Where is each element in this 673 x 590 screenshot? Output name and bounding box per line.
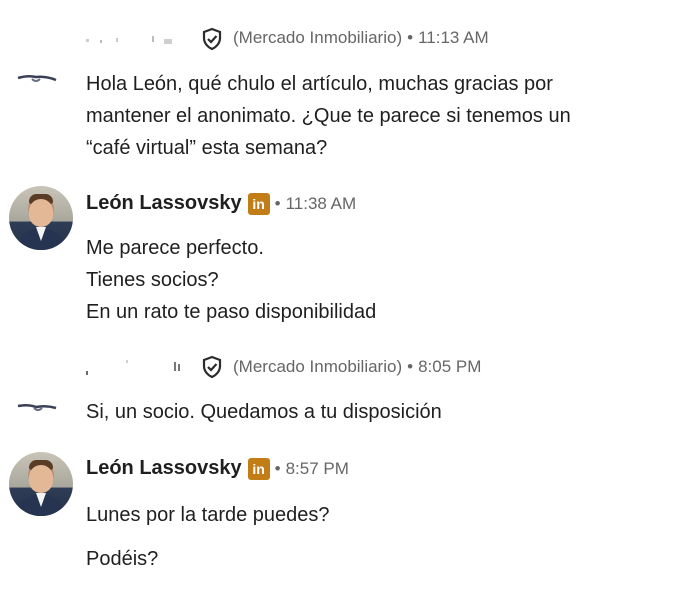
- message-line: Podéis?: [86, 548, 159, 570]
- redacted-avatar: [17, 403, 57, 411]
- message-line: “café virtual” esta semana?: [86, 137, 328, 159]
- message-line: mantener el anonimato. ¿Que te parece si…: [86, 105, 571, 127]
- separator-dot: •: [274, 193, 281, 213]
- timestamp: 11:13 AM: [418, 28, 489, 47]
- message-line: Hola León, qué chulo el artículo, muchas…: [86, 73, 553, 95]
- sender-row: León Lassovsky in • 8:57 PM: [86, 457, 349, 480]
- separator-dot: •: [274, 458, 281, 478]
- avatar[interactable]: [9, 452, 73, 516]
- sender-row: León Lassovsky in • 11:38 AM: [86, 192, 356, 215]
- avatar-face: [29, 199, 53, 227]
- message-line: En un rato te paso disponibilidad: [86, 301, 377, 323]
- timestamp: 8:57 PM: [285, 458, 349, 478]
- message-group: (Mercado Inmobiliario) • 8:05 PM Si, un …: [0, 345, 673, 430]
- avatar[interactable]: [9, 186, 73, 250]
- company-label: (Mercado Inmobiliario): [233, 28, 403, 47]
- linkedin-badge-icon: in: [247, 457, 270, 480]
- linkedin-badge-icon: in: [247, 192, 270, 215]
- redacted-name: [86, 360, 180, 375]
- redacted-name: [86, 36, 172, 44]
- message-meta: (Mercado Inmobiliario) • 11:13 AM: [233, 28, 489, 48]
- message-line: Tienes socios?: [86, 269, 219, 291]
- avatar-face: [29, 465, 53, 493]
- message-meta: • 11:38 AM: [270, 194, 357, 214]
- separator-dot: •: [407, 28, 414, 47]
- message-meta: • 8:57 PM: [270, 459, 349, 479]
- message-line: Si, un socio. Quedamos a tu disposición: [86, 401, 442, 423]
- message-group: León Lassovsky in • 8:57 PM Lunes por la…: [0, 445, 673, 585]
- separator-dot: •: [407, 357, 414, 376]
- message-line: Lunes por la tarde puedes?: [86, 504, 330, 526]
- timestamp: 8:05 PM: [418, 357, 482, 376]
- shield-check-icon: [202, 355, 222, 379]
- message-group: León Lassovsky in • 11:38 AM Me parece p…: [0, 180, 673, 330]
- timestamp: 11:38 AM: [285, 193, 357, 213]
- sender-name[interactable]: León Lassovsky: [86, 457, 242, 480]
- message-meta: (Mercado Inmobiliario) • 8:05 PM: [233, 357, 481, 377]
- redacted-avatar: [17, 74, 57, 82]
- shield-check-icon: [202, 27, 222, 51]
- message-group: (Mercado Inmobiliario) • 11:13 AM Hola L…: [0, 0, 673, 170]
- company-label: (Mercado Inmobiliario): [233, 357, 403, 376]
- sender-name[interactable]: León Lassovsky: [86, 192, 242, 215]
- message-line: Me parece perfecto.: [86, 237, 264, 259]
